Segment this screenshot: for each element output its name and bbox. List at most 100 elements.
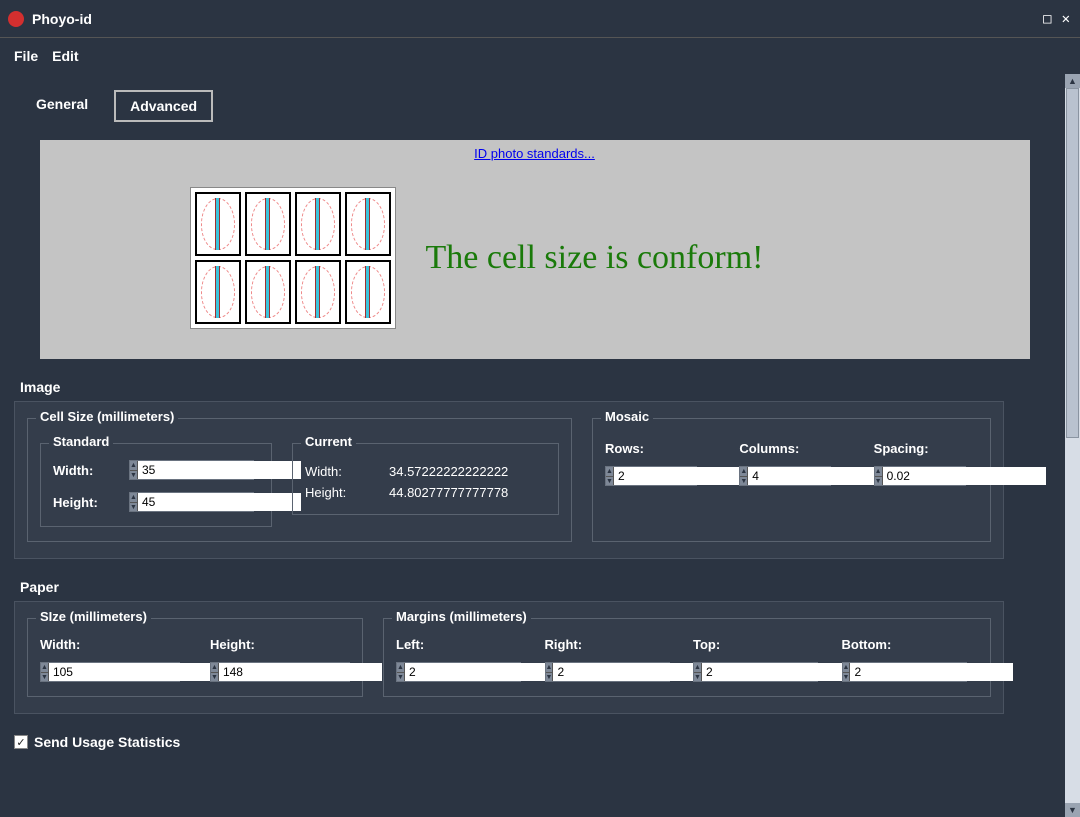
spin-up-icon[interactable]: ▲ [843, 663, 850, 673]
mosaic-preview [190, 187, 396, 329]
spin-up-icon[interactable]: ▲ [606, 467, 613, 477]
app-icon [8, 11, 24, 27]
spacing-input[interactable] [883, 467, 1046, 485]
margin-left-spinbox[interactable]: ▲▼ [396, 662, 521, 682]
spin-down-icon[interactable]: ▼ [397, 673, 404, 682]
preview-cell [195, 260, 241, 324]
mosaic-legend: Mosaic [601, 409, 653, 424]
paper-size-fieldset: SIze (millimeters) Width: ▲▼ Height: ▲▼ [27, 618, 363, 697]
spacing-spinbox[interactable]: ▲▼ [874, 466, 966, 486]
mosaic-fieldset: Mosaic Rows: Columns: Spacing: ▲▼ ▲▼ ▲▼ [592, 418, 991, 542]
menu-file[interactable]: File [14, 48, 38, 64]
margin-top-input[interactable] [702, 663, 865, 681]
std-width-spinbox[interactable]: ▲▼ [129, 460, 254, 480]
menubar: File Edit [0, 38, 1080, 74]
spin-up-icon[interactable]: ▲ [694, 663, 701, 673]
spacing-label: Spacing: [874, 441, 978, 456]
paper-section-title: Paper [20, 579, 1055, 595]
tab-general[interactable]: General [22, 90, 102, 122]
scroll-up-arrow[interactable]: ▲ [1065, 74, 1080, 88]
spin-down-icon[interactable]: ▼ [211, 673, 218, 682]
current-legend: Current [301, 434, 356, 449]
cur-height-value: 44.80277777777778 [389, 485, 546, 500]
margin-right-spinbox[interactable]: ▲▼ [545, 662, 670, 682]
standard-legend: Standard [49, 434, 113, 449]
cur-height-label: Height: [305, 485, 375, 500]
preview-cell [295, 192, 341, 256]
spin-up-icon[interactable]: ▲ [130, 461, 137, 471]
std-height-spinbox[interactable]: ▲▼ [129, 492, 254, 512]
spin-up-icon[interactable]: ▲ [397, 663, 404, 673]
std-width-label: Width: [53, 463, 123, 478]
paper-size-legend: SIze (millimeters) [36, 609, 151, 624]
rows-spinbox[interactable]: ▲▼ [605, 466, 697, 486]
preview-pane: ID photo standards... The cell size is c… [40, 140, 1030, 359]
margin-bottom-label: Bottom: [842, 637, 979, 652]
current-fieldset: Current Width: 34.57222222222222 Height:… [292, 443, 559, 515]
margin-right-label: Right: [545, 637, 682, 652]
scroll-down-arrow[interactable]: ▼ [1065, 803, 1080, 817]
cur-width-label: Width: [305, 464, 375, 479]
titlebar[interactable]: Phoyo-id □ ✕ [0, 0, 1080, 38]
std-height-input[interactable] [138, 493, 301, 511]
scrollbar-thumb[interactable] [1066, 88, 1079, 438]
margin-bottom-spinbox[interactable]: ▲▼ [842, 662, 967, 682]
margin-top-label: Top: [693, 637, 830, 652]
margin-left-label: Left: [396, 637, 533, 652]
paper-width-spinbox[interactable]: ▲▼ [40, 662, 180, 682]
tab-advanced[interactable]: Advanced [114, 90, 213, 122]
margin-left-input[interactable] [405, 663, 568, 681]
margin-right-input[interactable] [553, 663, 716, 681]
margin-top-spinbox[interactable]: ▲▼ [693, 662, 818, 682]
spin-down-icon[interactable]: ▼ [875, 477, 882, 486]
content-area: General Advanced ID photo standards... [0, 74, 1065, 817]
spin-down-icon[interactable]: ▼ [41, 673, 48, 682]
spin-up-icon[interactable]: ▲ [130, 493, 137, 503]
spin-down-icon[interactable]: ▼ [843, 673, 850, 682]
paper-panel: SIze (millimeters) Width: ▲▼ Height: ▲▼ [14, 601, 1004, 714]
preview-cell [245, 260, 291, 324]
tabs: General Advanced [22, 90, 1055, 122]
spin-up-icon[interactable]: ▲ [740, 467, 747, 477]
spin-down-icon[interactable]: ▼ [546, 673, 553, 682]
std-height-label: Height: [53, 495, 123, 510]
spin-down-icon[interactable]: ▼ [130, 471, 137, 480]
send-stats-label: Send Usage Statistics [34, 734, 180, 750]
send-stats-checkbox[interactable]: ✓ [14, 735, 28, 749]
rows-label: Rows: [605, 441, 709, 456]
spin-up-icon[interactable]: ▲ [211, 663, 218, 673]
preview-cell [345, 260, 391, 324]
columns-spinbox[interactable]: ▲▼ [739, 466, 831, 486]
spin-up-icon[interactable]: ▲ [875, 467, 882, 477]
image-section-title: Image [20, 379, 1055, 395]
cell-size-fieldset: Cell Size (millimeters) Standard Width: … [27, 418, 572, 542]
spin-up-icon[interactable]: ▲ [546, 663, 553, 673]
spin-up-icon[interactable]: ▲ [41, 663, 48, 673]
spin-down-icon[interactable]: ▼ [606, 477, 613, 486]
margins-fieldset: Margins (millimeters) Left: ▲▼ Right: ▲▼ [383, 618, 991, 697]
paper-width-input[interactable] [49, 663, 212, 681]
preview-cell [345, 192, 391, 256]
image-panel: Cell Size (millimeters) Standard Width: … [14, 401, 1004, 559]
spin-down-icon[interactable]: ▼ [130, 503, 137, 512]
paper-width-label: Width: [40, 637, 180, 652]
paper-height-spinbox[interactable]: ▲▼ [210, 662, 350, 682]
preview-cell [195, 192, 241, 256]
spin-down-icon[interactable]: ▼ [694, 673, 701, 682]
margin-bottom-input[interactable] [850, 663, 1013, 681]
cur-width-value: 34.57222222222222 [389, 464, 546, 479]
paper-height-input[interactable] [219, 663, 382, 681]
menu-edit[interactable]: Edit [52, 48, 78, 64]
margins-legend: Margins (millimeters) [392, 609, 531, 624]
standards-link[interactable]: ID photo standards... [474, 146, 595, 161]
close-button[interactable]: ✕ [1060, 11, 1072, 27]
paper-height-label: Height: [210, 637, 350, 652]
spin-down-icon[interactable]: ▼ [740, 477, 747, 486]
columns-label: Columns: [739, 441, 843, 456]
standard-fieldset: Standard Width: ▲▼ Height: ▲▼ [40, 443, 272, 527]
maximize-button[interactable]: □ [1041, 11, 1053, 27]
vertical-scrollbar[interactable]: ▲ ▼ [1065, 74, 1080, 817]
window-title: Phoyo-id [32, 11, 92, 27]
cell-size-legend: Cell Size (millimeters) [36, 409, 178, 424]
std-width-input[interactable] [138, 461, 301, 479]
